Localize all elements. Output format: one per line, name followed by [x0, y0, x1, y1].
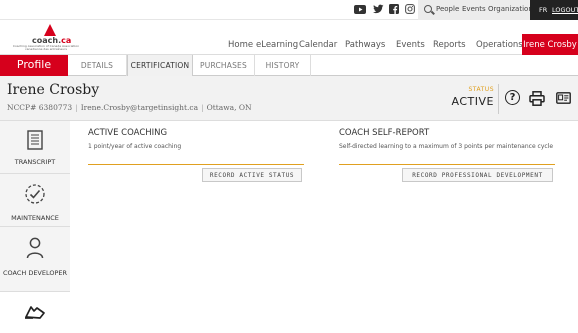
sidebar-item-maintenance[interactable]: MAINTENANCE — [0, 174, 70, 227]
nav-home[interactable]: Home — [228, 40, 253, 50]
help-icon[interactable]: ? — [505, 90, 520, 105]
sidebar-item-label: COACH DEVELOPER — [2, 269, 68, 277]
search-people[interactable]: People — [436, 5, 459, 13]
search-events[interactable]: Events — [462, 5, 486, 13]
self-report-title: COACH SELF-REPORT — [339, 128, 430, 138]
search-icon[interactable] — [424, 5, 432, 13]
nccp-number: NCCP# 6380773 — [7, 103, 73, 112]
coach-developer-icon — [26, 237, 44, 263]
print-icon[interactable] — [529, 90, 545, 106]
profile-location: Ottawa, ON — [206, 103, 252, 112]
section-divider — [88, 164, 304, 165]
profile-header: Irene Crosby NCCP# 6380773 | Irene.Crosby@… — [0, 76, 578, 121]
nav-calendar[interactable]: Calendar — [299, 40, 337, 50]
tab-history[interactable]: HISTORY — [255, 55, 311, 76]
self-report-section: COACH SELF-REPORT Self-directed learning… — [339, 128, 559, 182]
header-divider — [498, 84, 499, 114]
sidebar-item-transcript[interactable]: TRANSCRIPT — [0, 121, 70, 174]
nav-elearning[interactable]: eLearning — [256, 40, 298, 50]
record-professional-development-button[interactable]: RECORD PROFESSIONAL DEVELOPMENT — [402, 168, 553, 182]
tab-certification[interactable]: CERTIFICATION — [127, 55, 193, 76]
profile-email[interactable]: Irene.Crosby@targetinsight.ca — [81, 103, 198, 112]
youtube-icon[interactable] — [354, 3, 366, 15]
nav-events[interactable]: Events — [396, 40, 425, 50]
active-coaching-title: ACTIVE COACHING — [88, 128, 168, 138]
logout-link[interactable]: LOGOUT — [552, 6, 578, 14]
status-label: STATUS — [468, 86, 494, 93]
certification-sidebar: TRANSCRIPT MAINTENANCE COACH DEVELOPER — [0, 121, 70, 333]
facebook-icon[interactable] — [388, 3, 400, 15]
profile-label: Profile — [0, 55, 68, 76]
utility-bar: People Events Organizations FR LOGOUT — [0, 0, 578, 20]
tab-details[interactable]: DETAILS — [68, 55, 127, 76]
profile-meta: NCCP# 6380773 | Irene.Crosby@targetinsight… — [7, 103, 252, 112]
profile-tabs: Profile DETAILS CERTIFICATION PURCHASES … — [0, 55, 578, 76]
main-nav: coach.ca Coaching Association of Canada … — [0, 20, 578, 55]
active-coaching-description: 1 point/year of active coaching — [88, 143, 182, 150]
lang-logout: FR LOGOUT — [530, 0, 578, 20]
nav-operations[interactable]: Operations — [476, 40, 523, 50]
twitter-icon[interactable] — [372, 3, 384, 15]
search-bar[interactable]: People Events Organizations — [418, 0, 536, 20]
section-divider — [339, 164, 555, 165]
transcript-icon — [27, 130, 43, 154]
profile-name: Irene Crosby — [7, 82, 100, 98]
status-badge: ACTIVE — [451, 95, 494, 108]
sidebar-item-handshake[interactable] — [0, 292, 70, 333]
record-active-status-button[interactable]: RECORD ACTIVE STATUS — [202, 168, 302, 182]
maintenance-icon — [24, 183, 46, 209]
logo-tagline: Coaching Association of Canada Associati… — [12, 44, 80, 52]
language-toggle[interactable]: FR — [539, 6, 547, 14]
instagram-icon[interactable] — [404, 3, 416, 15]
sidebar-item-label: TRANSCRIPT — [14, 158, 56, 166]
sidebar-item-coach-developer[interactable]: COACH DEVELOPER — [0, 227, 70, 292]
sidebar-item-label: MAINTENANCE — [11, 214, 59, 222]
active-coaching-section: ACTIVE COACHING 1 point/year of active c… — [88, 128, 308, 182]
maple-leaf-icon — [44, 24, 56, 36]
handshake-icon — [24, 304, 46, 324]
self-report-description: Self-directed learning to a maximum of 3… — [339, 143, 554, 150]
nav-user-profile[interactable]: Irene Crosby — [522, 34, 578, 55]
nav-pathways[interactable]: Pathways — [345, 40, 385, 50]
nav-reports[interactable]: Reports — [433, 40, 466, 50]
coach-ca-logo[interactable]: coach.ca Coaching Association of Canada … — [13, 24, 79, 52]
id-card-icon[interactable] — [555, 90, 571, 106]
tab-purchases[interactable]: PURCHASES — [193, 55, 255, 76]
